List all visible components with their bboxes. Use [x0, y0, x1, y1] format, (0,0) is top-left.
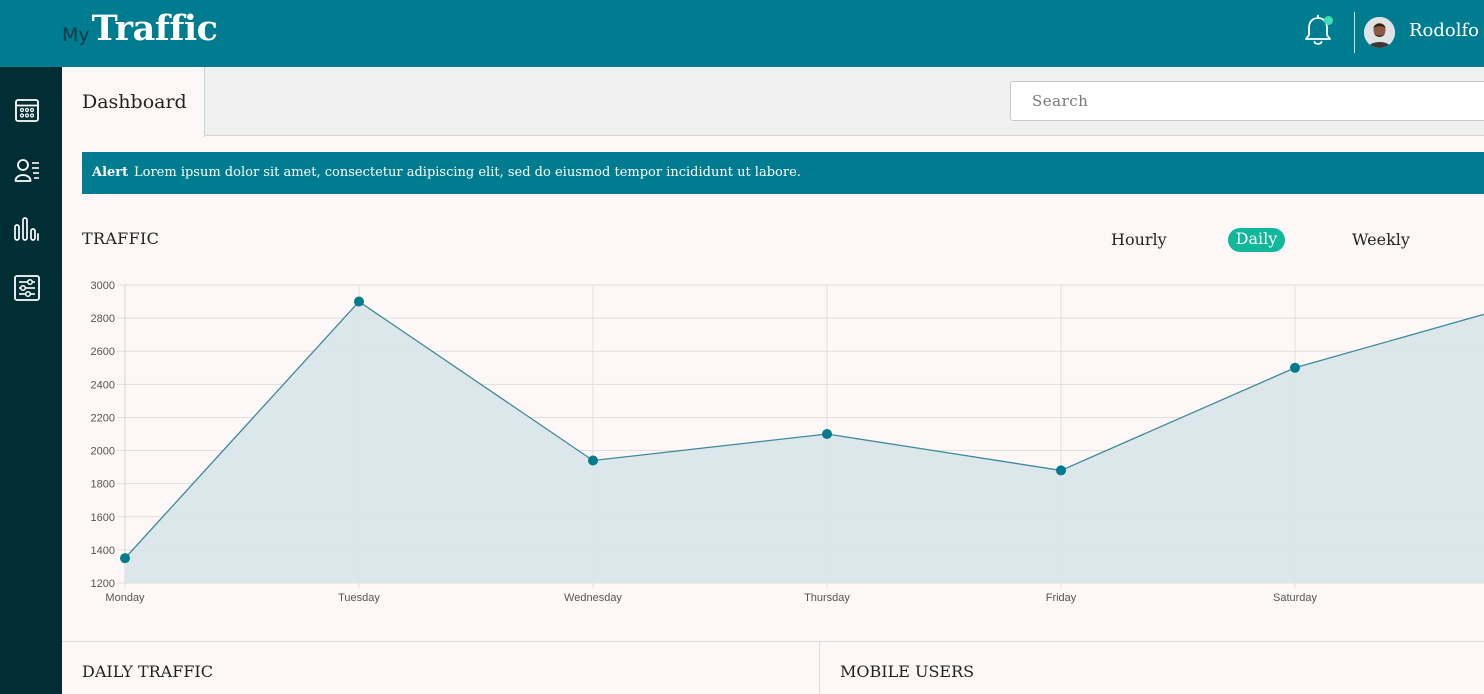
username[interactable]: Rodolfo — [1409, 20, 1479, 41]
tab-dashboard-label: Dashboard — [82, 91, 187, 113]
x-tick-label: Tuesday — [338, 592, 380, 604]
search-input[interactable] — [1010, 81, 1484, 121]
app-logo[interactable]: MyTraffic — [62, 8, 218, 49]
alert-banner: Alert Lorem ipsum dolor sit amet, consec… — [82, 152, 1484, 194]
range-daily-button[interactable]: Daily — [1228, 228, 1285, 252]
data-point — [1056, 465, 1066, 476]
y-tick-label: 1200 — [91, 578, 115, 590]
tab-dashboard[interactable]: Dashboard — [62, 67, 205, 137]
y-tick-label: 3000 — [91, 280, 115, 292]
alert-message: Lorem ipsum dolor sit amet, consectetur … — [134, 165, 801, 180]
members-icon[interactable] — [13, 156, 41, 184]
x-tick-label: Friday — [1046, 592, 1077, 604]
x-tick-label: Wednesday — [564, 592, 622, 604]
y-tick-label: 2800 — [91, 313, 115, 325]
avatar[interactable] — [1364, 17, 1395, 48]
data-point — [1290, 362, 1300, 373]
app-header: MyTraffic Rodolfo — [0, 0, 1484, 67]
traffic-title: TRAFFIC — [82, 229, 160, 248]
y-tick-label: 2400 — [91, 379, 115, 391]
calendar-icon[interactable] — [13, 96, 41, 124]
section-vertical-divider — [819, 641, 820, 694]
y-tick-label: 1400 — [91, 545, 115, 557]
data-point — [822, 429, 832, 439]
x-tick-label: Thursday — [804, 592, 850, 604]
traffic-chart: 1200 1400 1600 1800 2000 2200 2400 2600 2800 3000… — [91, 280, 1484, 604]
top-bar: Dashboard — [62, 67, 1484, 137]
data-point — [354, 296, 364, 307]
y-tick-label: 1600 — [91, 512, 115, 524]
section-divider — [62, 641, 1484, 642]
data-point — [588, 455, 598, 466]
y-tick-label: 2000 — [91, 446, 115, 458]
logo-name: Traffic — [91, 8, 218, 49]
y-tick-label: 2600 — [91, 346, 115, 358]
mobile-users-title: MOBILE USERS — [840, 662, 975, 681]
y-tick-label: 1800 — [91, 479, 115, 491]
range-weekly-button[interactable]: Weekly — [1352, 229, 1410, 253]
x-tick-label: Saturday — [1273, 592, 1318, 604]
data-point — [120, 553, 130, 564]
logo-prefix: My — [62, 24, 90, 46]
notification-dot — [1324, 16, 1333, 25]
x-tick-label: Monday — [105, 592, 145, 604]
bar-chart-icon[interactable] — [13, 215, 41, 243]
series-area — [125, 301, 1484, 583]
y-tick-label: 2200 — [91, 412, 115, 424]
range-hourly-button[interactable]: Hourly — [1111, 229, 1167, 253]
header-divider — [1354, 12, 1355, 53]
daily-traffic-title: DAILY TRAFFIC — [82, 662, 213, 681]
alert-label: Alert — [92, 165, 129, 180]
